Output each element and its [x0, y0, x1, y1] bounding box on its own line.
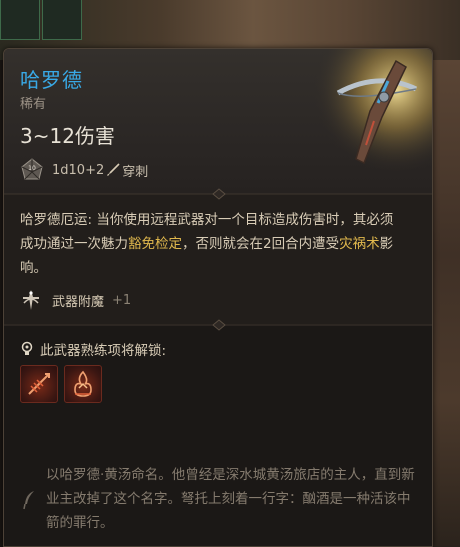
d10-die-icon: 10	[21, 158, 43, 180]
tooltip-header: 哈罗德 稀有 3~12伤害 10 1d10+2 穿刺	[4, 49, 432, 194]
lore-text: 以哈罗德·黄汤命名。他曾经是深水城黄汤旅店的主人，直到新业主改掉了这个名字。弩托…	[46, 467, 415, 531]
item-lore: 以哈罗德·黄汤命名。他曾经是深水城黄汤旅店的主人，直到新业主改掉了这个名字。弩托…	[22, 463, 417, 535]
description-section: 哈罗德厄运: 当你使用远程武器对一个目标造成伤害时，其必须成功通过一次魅力豁免检…	[4, 188, 432, 324]
damage-dice-row: 10 1d10+2 穿刺	[20, 158, 148, 182]
weapon-enchantment: 武器附魔 +1	[20, 288, 131, 312]
enchantment-value: +1	[112, 292, 132, 308]
piercing-icon	[107, 163, 120, 176]
arrow-strike-icon	[28, 373, 50, 395]
damage-range: 3~12伤害	[20, 124, 115, 148]
item-tooltip: 哈罗德 稀有 3~12伤害 10 1d10+2 穿刺 哈罗德厄运: 当你使用远程…	[3, 48, 433, 547]
item-description: 哈罗德厄运: 当你使用远程武器对一个目标造成伤害时，其必须成功通过一次魅力豁免检…	[20, 208, 400, 280]
svg-text:10: 10	[28, 165, 36, 172]
saving-throw-link[interactable]: 豁免检定	[128, 236, 182, 252]
section-divider	[4, 319, 432, 331]
description-text: ，否则就会在2回合内遭受	[182, 236, 340, 252]
enchantment-label: 武器附魔	[52, 294, 105, 310]
section-divider	[4, 188, 432, 200]
bane-spell-link[interactable]: 灾祸术	[339, 236, 380, 252]
proficiency-title: 此武器熟练项将解锁:	[40, 343, 167, 359]
enchantment-icon	[23, 290, 39, 310]
heavy-crossbow-icon	[298, 49, 432, 181]
proficiency-action-slot[interactable]	[64, 365, 102, 403]
item-rarity: 稀有	[20, 97, 47, 112]
proficiency-action-slot[interactable]	[20, 365, 58, 403]
item-name: 哈罗德	[20, 68, 83, 92]
lightbulb-icon	[21, 341, 33, 355]
quill-icon	[23, 491, 34, 510]
damage-type: 穿刺	[122, 164, 149, 180]
inventory-slot[interactable]	[0, 0, 40, 40]
inventory-slot[interactable]	[42, 0, 82, 40]
game-background-right	[430, 60, 460, 547]
damage-dice: 1d10+2	[52, 162, 105, 178]
proficiency-section: 此武器熟练项将解锁: 以哈罗德·黄汤命名。他曾经是深水城黄汤旅店的主人，直到新业…	[4, 319, 432, 546]
proficiency-title-row: 此武器熟练项将解锁:	[20, 340, 167, 359]
fire-burst-icon	[74, 370, 92, 397]
